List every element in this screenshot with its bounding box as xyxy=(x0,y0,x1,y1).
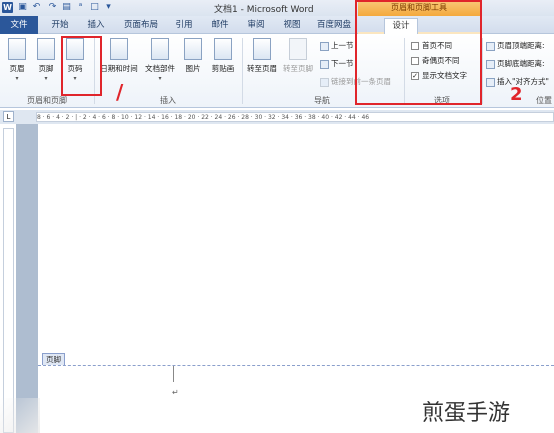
document-parts-button[interactable]: 文档部件 ▾ xyxy=(142,38,178,82)
clipart-icon xyxy=(214,38,232,60)
tab-selector-icon[interactable]: L xyxy=(3,111,14,122)
group-separator xyxy=(482,38,483,104)
date-time-button[interactable]: 日期和时间 xyxy=(98,38,140,74)
header-top-distance[interactable]: 页眉顶端距离: xyxy=(486,40,545,51)
annotation-mark-one: / xyxy=(116,80,124,104)
annotation-mark-two: 2 xyxy=(510,84,523,105)
goto-header-button[interactable]: 转至页眉 xyxy=(246,38,278,74)
undo-icon[interactable]: ↶ xyxy=(31,2,42,13)
goto-footer-label: 转至页脚 xyxy=(283,64,313,73)
redo-icon[interactable]: ↷ xyxy=(47,2,58,13)
alignment-tab-icon xyxy=(486,77,495,87)
link-icon xyxy=(320,77,329,87)
next-section-button[interactable]: 下一节 xyxy=(320,58,354,69)
goto-footer-button[interactable]: 转至页脚 xyxy=(282,38,314,74)
previous-section-icon xyxy=(320,41,329,51)
annotation-box-page-number xyxy=(61,36,102,96)
footer-button[interactable]: 页脚 ▾ xyxy=(33,38,59,82)
date-time-label: 日期和时间 xyxy=(100,64,138,73)
next-section-label: 下一节 xyxy=(331,59,354,68)
footer-distance-icon xyxy=(486,59,495,69)
picture-button[interactable]: 图片 xyxy=(180,38,206,74)
previous-section-label: 上一节 xyxy=(331,41,354,50)
footer-label: 页脚 xyxy=(38,64,54,73)
tab-view[interactable]: 视图 xyxy=(278,18,306,34)
group-label-position: 位置 xyxy=(536,96,552,105)
abc-icon[interactable]: ᵃ xyxy=(75,2,86,13)
footer-boundary xyxy=(38,365,554,366)
next-section-icon xyxy=(320,59,329,69)
footer-tag: 页脚 xyxy=(42,353,65,365)
print-preview-icon[interactable]: ▤ xyxy=(61,2,72,13)
previous-section-button[interactable]: 上一节 xyxy=(320,40,354,51)
chevron-down-icon: ▾ xyxy=(15,75,19,82)
text-cursor xyxy=(173,366,174,382)
footer-bottom-distance-label: 页脚底端距离: xyxy=(497,59,545,68)
chevron-down-icon: ▾ xyxy=(44,75,48,82)
horizontal-ruler[interactable]: 8 · 6 · 4 · 2 · | · 2 · 4 · 6 · 8 · 10 ·… xyxy=(36,112,554,122)
chevron-down-icon: ▾ xyxy=(158,75,162,82)
window-title: 文档1 - Microsoft Word xyxy=(214,5,314,15)
document-parts-label: 文档部件 xyxy=(145,64,175,73)
picture-icon xyxy=(184,38,202,60)
tab-review[interactable]: 审阅 xyxy=(242,18,270,34)
group-label-header-footer: 页眉和页脚 xyxy=(27,96,67,105)
watermark-corner xyxy=(0,398,40,433)
goto-header-label: 转至页眉 xyxy=(247,64,277,73)
vertical-ruler[interactable] xyxy=(3,128,14,433)
annotation-box-design-tab xyxy=(355,0,482,105)
save-icon[interactable]: ▣ xyxy=(17,2,28,13)
word-logo-icon: W xyxy=(2,2,13,13)
header-distance-icon xyxy=(486,41,495,51)
goto-footer-icon xyxy=(289,38,307,60)
tab-file[interactable]: 文件 xyxy=(0,16,38,34)
tab-home[interactable]: 开始 xyxy=(46,18,74,34)
footer-icon xyxy=(37,38,55,60)
footer-bottom-distance[interactable]: 页脚底端距离: xyxy=(486,58,545,69)
calendar-icon xyxy=(110,38,128,60)
group-separator xyxy=(242,38,243,104)
tab-page-layout[interactable]: 页面布局 xyxy=(118,18,164,34)
clipart-label: 剪贴画 xyxy=(211,64,235,73)
header-button[interactable]: 页眉 ▾ xyxy=(4,38,30,82)
tab-mailings[interactable]: 邮件 xyxy=(206,18,234,34)
header-icon xyxy=(8,38,26,60)
header-top-distance-label: 页眉顶端距离: xyxy=(497,41,545,50)
insert-alignment-tab-label: 插入"对齐方式" xyxy=(497,77,549,86)
qat-dropdown-icon[interactable]: ▾ xyxy=(103,2,114,13)
picture-label: 图片 xyxy=(185,64,201,73)
goto-header-icon xyxy=(253,38,271,60)
clipart-button[interactable]: 剪贴画 xyxy=(208,38,238,74)
header-label: 页眉 xyxy=(9,64,25,73)
tab-baidu-netdisk[interactable]: 百度网盘 xyxy=(314,18,354,34)
watermark-text: 煎蛋手游 xyxy=(422,401,511,426)
document-parts-icon xyxy=(151,38,169,60)
new-doc-icon[interactable]: □ xyxy=(89,2,100,13)
paragraph-mark: ↵ xyxy=(172,388,179,397)
tab-references[interactable]: 引用 xyxy=(170,18,198,34)
tab-insert[interactable]: 插入 xyxy=(82,18,110,34)
